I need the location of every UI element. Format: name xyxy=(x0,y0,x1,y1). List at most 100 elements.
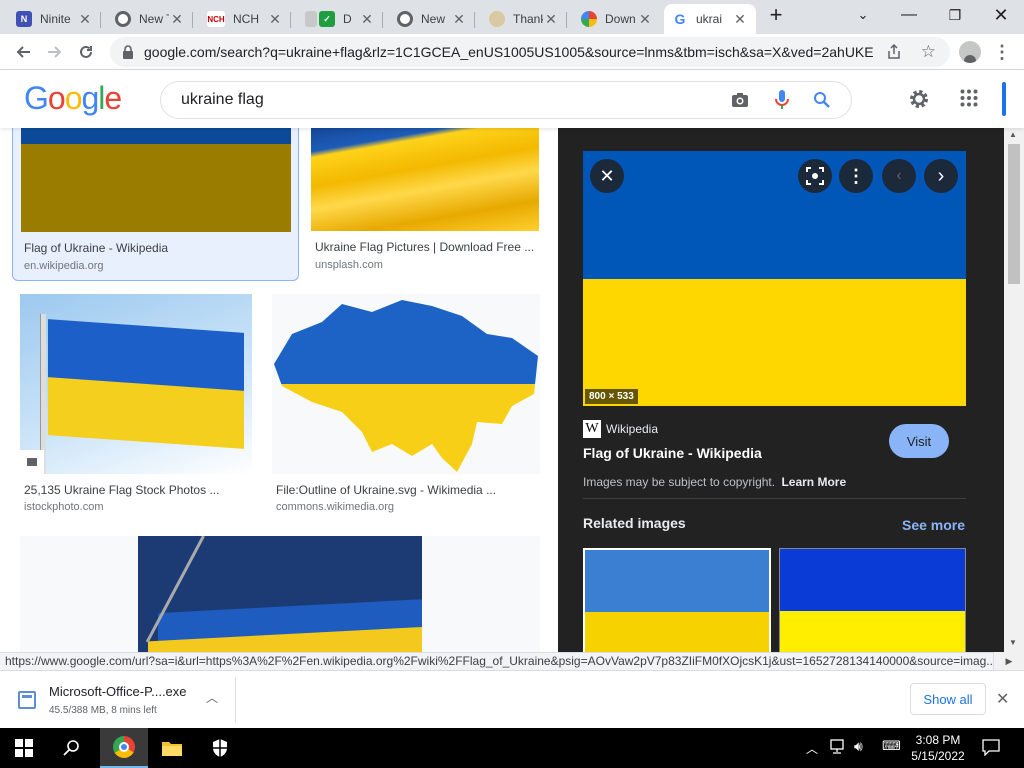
scroll-up-arrow-icon[interactable]: ▲ xyxy=(1009,130,1017,139)
result-image-waving-flag[interactable] xyxy=(311,128,539,231)
related-images-heading: Related images xyxy=(583,515,686,531)
windows-taskbar: ︿ 🔊︎ ⌨︎ 3:08 PM 5/15/2022 xyxy=(0,728,1024,768)
show-all-downloads-button[interactable]: Show all xyxy=(910,683,986,715)
tab-download[interactable]: Down ✕ xyxy=(573,4,661,34)
page-scrollbar[interactable]: ▲ ▼ xyxy=(1004,128,1024,652)
close-tab-icon[interactable]: ✕ xyxy=(359,11,375,27)
tab-label: Ninite xyxy=(40,12,71,26)
next-image-button[interactable]: › xyxy=(924,159,958,193)
microphone-icon[interactable] xyxy=(775,90,789,115)
more-options-button[interactable]: ⋮ xyxy=(839,159,873,193)
apps-grid-icon[interactable] xyxy=(960,89,978,112)
result-caption[interactable]: Flag of Ukraine - Wikipedia xyxy=(24,241,284,255)
close-tab-icon[interactable]: ✕ xyxy=(637,11,653,27)
share-icon[interactable] xyxy=(886,43,902,63)
result-card-wikimedia[interactable]: File:Outline of Ukraine.svg - Wikimedia … xyxy=(272,294,540,519)
result-card-istock[interactable]: 25,135 Ukraine Flag Stock Photos ... ist… xyxy=(20,294,252,519)
browser-menu-button[interactable]: ⋮ xyxy=(988,38,1016,66)
scroll-right-arrow-icon[interactable]: ▶ xyxy=(994,652,1024,670)
panel-gutter xyxy=(990,128,1004,652)
close-preview-button[interactable]: ✕ xyxy=(590,159,624,193)
taskbar-clock[interactable]: 3:08 PM 5/15/2022 xyxy=(906,732,970,764)
close-tab-icon[interactable]: ✕ xyxy=(543,11,559,27)
profile-button[interactable] xyxy=(956,38,984,66)
network-icon[interactable] xyxy=(830,739,848,760)
back-button[interactable] xyxy=(10,38,38,66)
scrollbar-thumb[interactable] xyxy=(1008,144,1020,284)
bookmark-star-icon[interactable]: ☆ xyxy=(921,42,936,62)
restore-button[interactable]: ❐ xyxy=(932,0,978,30)
minimize-button[interactable]: — xyxy=(886,0,932,30)
see-more-link[interactable]: See more xyxy=(902,517,965,533)
tab-new-tab-2[interactable]: New ✕ xyxy=(389,4,475,34)
tab-thank[interactable]: Thank ✕ xyxy=(481,4,567,34)
new-tab-button[interactable]: + xyxy=(760,0,792,30)
close-tab-icon[interactable]: ✕ xyxy=(267,11,283,27)
close-tab-icon[interactable]: ✕ xyxy=(77,11,93,27)
tab-search-button[interactable]: ⌄ xyxy=(840,0,886,30)
tab-ukraine-active[interactable]: G ukrai ✕ xyxy=(664,4,756,34)
result-source[interactable]: unsplash.com xyxy=(315,259,383,271)
close-download-bar-icon[interactable]: ✕ xyxy=(996,689,1009,709)
visit-button[interactable]: Visit xyxy=(889,424,949,458)
flag-yellow-stripe xyxy=(780,611,965,652)
site-name[interactable]: Wikipedia xyxy=(606,422,658,436)
action-center-notification-icon[interactable] xyxy=(982,738,1000,761)
taskbar-security-button[interactable] xyxy=(196,728,244,768)
lens-search-button[interactable] xyxy=(798,159,832,193)
start-button[interactable] xyxy=(0,728,48,768)
show-hidden-icons-chevron-icon[interactable]: ︿ xyxy=(806,740,818,757)
result-image-flag-sky[interactable] xyxy=(20,294,252,474)
account-indicator[interactable] xyxy=(1002,82,1006,116)
scroll-down-arrow-icon[interactable]: ▼ xyxy=(1009,638,1017,647)
taskbar-file-explorer-button[interactable] xyxy=(148,728,196,768)
google-icon: G xyxy=(674,11,686,27)
close-window-button[interactable]: ✕ xyxy=(978,0,1024,30)
settings-gear-icon[interactable] xyxy=(908,88,930,115)
tab-nch[interactable]: NCH NCH ✕ xyxy=(199,4,291,34)
tab-ninite[interactable]: N Ninite ✕ xyxy=(8,4,101,34)
tab-label: New T xyxy=(139,12,169,26)
close-tab-icon[interactable]: ✕ xyxy=(451,11,467,27)
result-caption[interactable]: 25,135 Ukraine Flag Stock Photos ... xyxy=(24,483,252,497)
preview-title[interactable]: Flag of Ukraine - Wikipedia xyxy=(583,445,762,461)
close-tab-icon[interactable]: ✕ xyxy=(732,11,748,27)
search-input[interactable]: ukraine flag xyxy=(181,91,264,109)
result-card-unsplash[interactable]: Ukraine Flag Pictures | Download Free ..… xyxy=(311,128,539,281)
forward-button[interactable] xyxy=(40,38,68,66)
download-item[interactable]: Microsoft-Office-P....exe 45.5/388 MB, 8… xyxy=(8,677,236,723)
related-image-1[interactable] xyxy=(583,548,771,652)
tab-d[interactable]: ✓ D ✕ xyxy=(297,4,383,34)
clock-time: 3:08 PM xyxy=(915,733,961,747)
result-source[interactable]: istockphoto.com xyxy=(24,501,103,513)
result-card-wikipedia[interactable]: Flag of Ukraine - Wikipedia en.wikipedia… xyxy=(12,128,299,281)
result-source[interactable]: commons.wikimedia.org xyxy=(276,501,394,513)
taskbar-search-button[interactable] xyxy=(48,728,96,768)
volume-icon[interactable]: 🔊︎ xyxy=(854,738,863,755)
nch-icon: NCH xyxy=(207,11,225,27)
tab-label: NCH xyxy=(233,12,259,26)
close-tab-icon[interactable]: ✕ xyxy=(169,11,185,27)
reload-button[interactable] xyxy=(72,38,100,66)
camera-search-icon[interactable] xyxy=(731,91,749,114)
taskbar-chrome-button[interactable] xyxy=(100,728,148,768)
keyboard-language-icon[interactable]: ⌨︎ xyxy=(882,738,901,754)
result-image-flag-dark[interactable] xyxy=(138,536,422,652)
result-image-ukraine-outline[interactable] xyxy=(272,294,540,474)
result-caption[interactable]: File:Outline of Ukraine.svg - Wikimedia … xyxy=(276,483,540,497)
learn-more-link[interactable]: Learn More xyxy=(781,475,846,489)
result-source[interactable]: en.wikipedia.org xyxy=(24,260,104,272)
search-box[interactable]: ukraine flag xyxy=(160,81,852,119)
tab-new-tab-1[interactable]: New T ✕ xyxy=(107,4,193,34)
flag-yellow-stripe xyxy=(583,279,966,406)
previous-image-button[interactable]: ‹ xyxy=(882,159,916,193)
result-image-flag[interactable] xyxy=(21,128,291,232)
address-bar[interactable]: google.com/search?q=ukraine+flag&rlz=1C1… xyxy=(110,37,950,67)
related-image-2[interactable] xyxy=(779,548,966,652)
google-logo[interactable]: Google xyxy=(24,80,122,117)
download-options-chevron-icon[interactable]: ︿ xyxy=(206,689,218,706)
result-card-partial[interactable] xyxy=(20,536,540,652)
result-caption[interactable]: Ukraine Flag Pictures | Download Free ..… xyxy=(315,240,539,254)
back-arrow-icon xyxy=(16,46,30,58)
search-icon[interactable] xyxy=(813,91,831,114)
